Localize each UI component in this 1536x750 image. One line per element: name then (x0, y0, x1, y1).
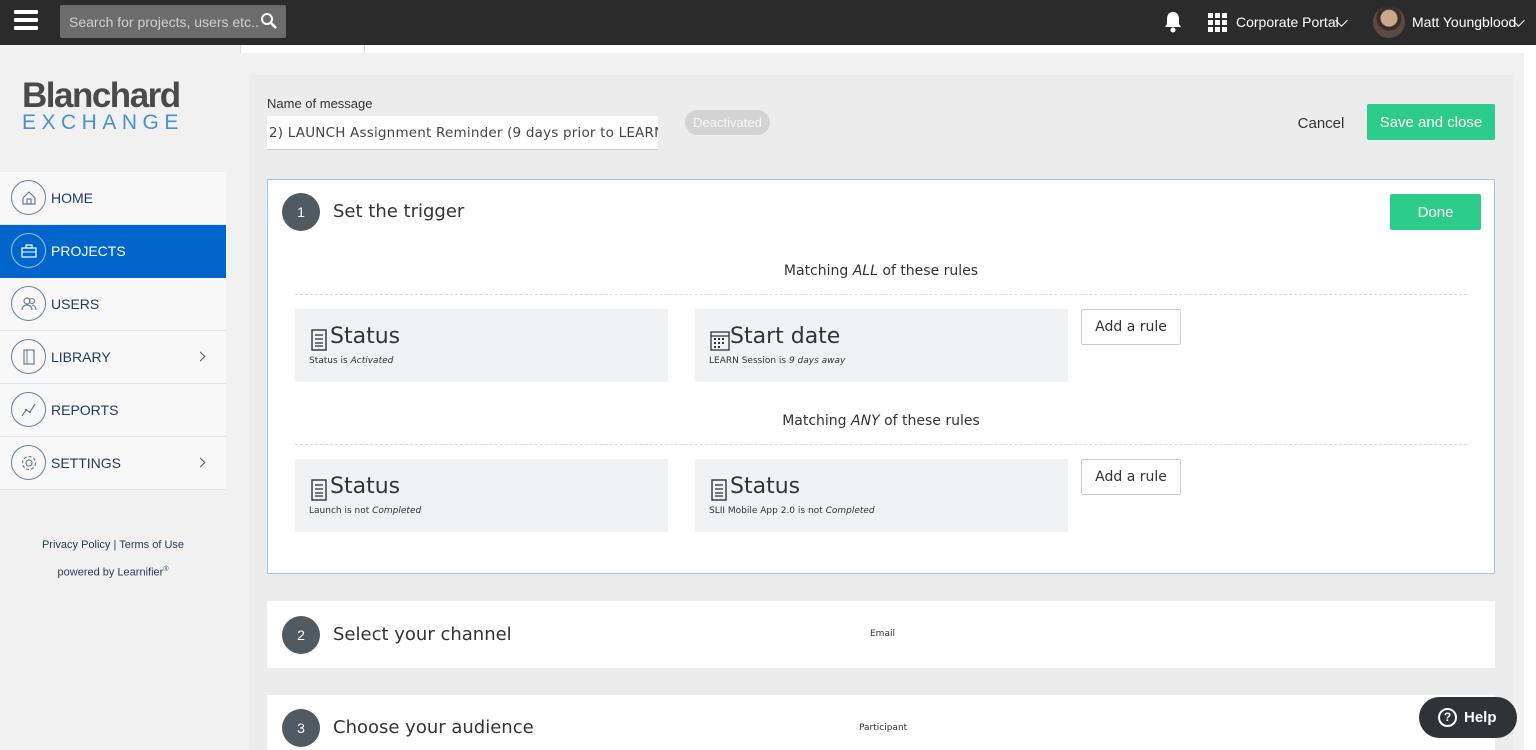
message-name-label: Name of message (267, 96, 373, 111)
sidebar-item-users[interactable]: USERS (0, 278, 226, 331)
sidebar-item-reports[interactable]: REPORTS (0, 384, 226, 437)
rule-title: Status (730, 474, 801, 499)
step-title-trigger: Set the trigger (333, 201, 465, 222)
sidebar-item-settings[interactable]: SETTINGS (0, 437, 226, 490)
sidebar-item-library[interactable]: LIBRARY (0, 331, 226, 384)
chevron-right-icon[interactable] (195, 351, 206, 362)
matching-suffix: of these rules (879, 413, 980, 429)
audience-value: Participant (859, 723, 908, 733)
rule-desc-value: Activated (350, 356, 394, 366)
save-and-close-button[interactable]: Save and close (1367, 104, 1495, 140)
sidebar-item-label: REPORTS (51, 402, 119, 418)
chart-icon (11, 392, 46, 427)
menu-icon[interactable] (14, 10, 40, 34)
top-bar: Corporate Portal Matt Youngblood (0, 0, 1536, 45)
rule-desc-value: Completed (372, 506, 422, 516)
sidebar-item-projects[interactable]: PROJECTS (0, 225, 226, 278)
logo-main-text: Blanchard (22, 76, 181, 115)
search-input[interactable] (60, 5, 260, 38)
sidebar-item-label: SETTINGS (51, 455, 122, 471)
scrollbar[interactable] (1524, 45, 1536, 750)
sidebar-nav: HOME PROJECTS USERS LIBRARY REPORTS SETT… (0, 172, 226, 490)
home-icon (11, 180, 46, 215)
registered-mark: ® (163, 566, 169, 573)
rule-description: LEARN Session is 9 days away (709, 356, 845, 366)
rule-card[interactable]: Start date LEARN Session is 9 days away (695, 309, 1068, 382)
powered-by: powered by Learnifier® (0, 566, 226, 579)
avatar[interactable] (1373, 6, 1405, 38)
rule-desc-prefix: Status is (309, 356, 351, 366)
rule-title: Status (330, 324, 401, 349)
rule-title: Status (330, 474, 401, 499)
step-number-2: 2 (282, 616, 320, 654)
matching-suffix: of these rules (877, 263, 979, 279)
notification-bell-icon[interactable] (1162, 10, 1184, 34)
step-number-3: 3 (282, 709, 320, 747)
matching-keyword: ANY (851, 413, 880, 429)
step-title-audience: Choose your audience (333, 717, 534, 738)
users-icon (11, 286, 46, 321)
rule-card[interactable]: Status Status is Activated (295, 309, 668, 382)
user-name[interactable]: Matt Youngblood (1412, 14, 1516, 30)
step-title-channel: Select your channel (333, 624, 512, 645)
help-label: Help (1464, 709, 1497, 726)
privacy-policy-link[interactable]: Privacy Policy (42, 539, 110, 551)
sidebar: Blanchard EXCHANGE HOME PROJECTS USERS L… (0, 45, 226, 750)
add-rule-button[interactable]: Add a rule (1081, 309, 1181, 345)
document-icon (311, 329, 327, 351)
step-number-1: 1 (282, 193, 320, 231)
done-button[interactable]: Done (1390, 194, 1481, 230)
chevron-right-icon[interactable] (195, 457, 206, 468)
divider (295, 444, 1467, 445)
rule-desc-value: Completed (825, 506, 875, 516)
rule-description: SLII Mobile App 2.0 is not Completed (709, 506, 875, 516)
footer-links: Privacy Policy | Terms of Use (0, 539, 226, 551)
logo-sub-text: EXCHANGE (22, 111, 184, 134)
rule-card[interactable]: Status Launch is not Completed (295, 459, 668, 532)
tab-active-edge (240, 45, 365, 53)
terms-of-use-link[interactable]: Terms of Use (119, 539, 184, 551)
apps-grid-icon[interactable] (1208, 13, 1227, 32)
book-icon (11, 339, 46, 374)
footer-separator: | (113, 539, 117, 551)
briefcase-icon (11, 233, 46, 268)
rule-title: Start date (730, 324, 841, 349)
rule-desc-prefix: LEARN Session is (709, 356, 789, 366)
document-icon (311, 479, 327, 501)
search-box[interactable] (60, 5, 286, 38)
help-button[interactable]: ? Help (1419, 697, 1517, 738)
question-icon: ? (1438, 708, 1457, 727)
matching-prefix: Matching (783, 263, 853, 279)
matching-all-heading: Matching ALL of these rules (267, 263, 1495, 279)
matching-any-heading: Matching ANY of these rules (267, 413, 1495, 429)
sidebar-item-label: PROJECTS (51, 243, 126, 259)
rule-description: Launch is not Completed (309, 506, 421, 516)
add-rule-button[interactable]: Add a rule (1081, 459, 1181, 495)
tab-strip (240, 45, 1536, 53)
sidebar-item-label: USERS (51, 296, 100, 312)
logo[interactable]: Blanchard EXCHANGE (22, 76, 206, 134)
powered-by-text: powered by Learnifier (57, 566, 164, 579)
calendar-icon (710, 331, 730, 351)
status-badge: Deactivated (685, 110, 770, 135)
cancel-button[interactable]: Cancel (1289, 109, 1353, 137)
channel-value: Email (870, 629, 895, 639)
matching-keyword: ALL (852, 263, 878, 279)
rule-desc-prefix: SLII Mobile App 2.0 is not (709, 506, 826, 516)
gear-icon (11, 445, 46, 480)
rule-card[interactable]: Status SLII Mobile App 2.0 is not Comple… (695, 459, 1068, 532)
divider (295, 294, 1467, 295)
matching-prefix: Matching (782, 413, 852, 429)
rule-desc-prefix: Launch is not (309, 506, 373, 516)
search-icon[interactable] (260, 12, 278, 30)
sidebar-item-label: HOME (51, 190, 93, 206)
rule-description: Status is Activated (309, 356, 393, 366)
sidebar-item-home[interactable]: HOME (0, 172, 226, 225)
rule-desc-value: 9 days away (788, 356, 846, 366)
sidebar-item-label: LIBRARY (51, 349, 111, 365)
document-icon (711, 479, 727, 501)
portal-selector[interactable]: Corporate Portal (1236, 14, 1339, 30)
message-name-input[interactable] (267, 116, 658, 150)
